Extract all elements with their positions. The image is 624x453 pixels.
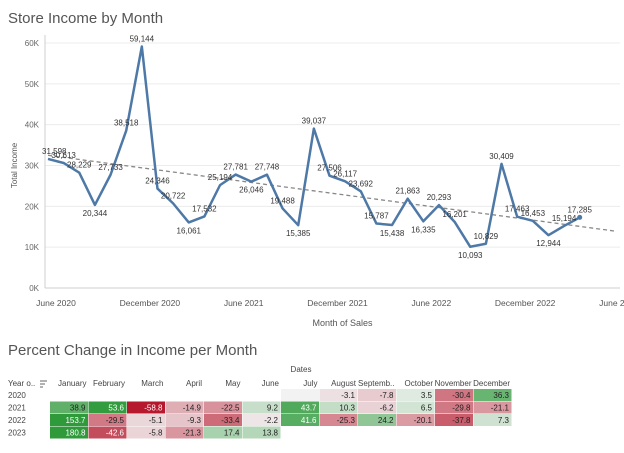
column-header: Septemb..	[358, 379, 394, 388]
sort-icon	[40, 380, 47, 388]
heatmap-cell-value: 9.2	[267, 404, 279, 413]
heatmap-cell-value: 6.5	[421, 404, 433, 413]
row-header: 2022	[8, 416, 26, 425]
heatmap-cell-value: -25.3	[337, 416, 356, 425]
column-header: August	[331, 379, 357, 388]
heatmap-cell-value: 36.3	[493, 391, 509, 400]
heatmap-cell-value: -37.8	[452, 416, 471, 425]
heatmap-cell-value: 53.6	[108, 404, 124, 413]
row-header: 2021	[8, 404, 26, 413]
column-header: April	[186, 379, 202, 388]
heatmap-cell-value: -14.9	[183, 404, 202, 413]
column-header: February	[93, 379, 125, 388]
heatmap-cell-value: -5.1	[149, 416, 163, 425]
percent-change-heatmap: Dates Year o.. January February March April Ma…	[8, 365, 512, 439]
column-header: June	[262, 379, 280, 388]
heatmap-cell-value: 3.5	[421, 391, 433, 400]
heatmap-cell-value: -7.8	[380, 391, 394, 400]
heatmap-cell-value: 13.8	[262, 429, 278, 438]
heatmap-cell-value: -22.5	[221, 404, 240, 413]
heatmap-cell	[281, 389, 319, 401]
column-header: March	[141, 379, 163, 388]
heatmap-cell-value: -20.1	[414, 416, 433, 425]
row-header-label: Year o..	[8, 379, 35, 388]
heatmap-cell-value: -2.2	[264, 416, 278, 425]
heatmap-cell-value: 43.7	[301, 404, 317, 413]
heatmap-cell-value: 38.9	[70, 404, 86, 413]
heatmap-cell-value: -5.8	[149, 429, 163, 438]
heatmap-cell-value: -58.8	[144, 404, 163, 413]
column-header: July	[303, 379, 317, 388]
heatmap-cell-value: -21.1	[491, 404, 510, 413]
column-header: December	[473, 379, 510, 388]
heatmap-cell-value: 17.4	[224, 429, 240, 438]
heatmap-cell-value: 10.3	[339, 404, 355, 413]
heatmap-cell-value: 41.6	[301, 416, 317, 425]
heatmap-cell-value: 7.3	[498, 416, 510, 425]
column-header: October	[405, 379, 434, 388]
heatmap-cell-value: -6.2	[380, 404, 394, 413]
row-header: 2023	[8, 429, 26, 438]
column-group-label: Dates	[291, 365, 312, 374]
heatmap-cell-value: -29.5	[106, 416, 125, 425]
row-header: 2020	[8, 391, 26, 400]
heatmap-cell-value: -33.4	[221, 416, 240, 425]
heatmap-cell-value: -42.6	[106, 429, 125, 438]
heatmap-cell-value: 180.8	[65, 429, 86, 438]
heatmap-cell-value: -30.4	[452, 391, 471, 400]
heatmap-cell-value: -29.8	[452, 404, 471, 413]
column-header: January	[58, 379, 86, 388]
column-header: May	[225, 379, 240, 388]
heatmap-cell-value: -9.3	[187, 416, 201, 425]
heatmap-cell-value: 153.7	[65, 416, 86, 425]
column-header: November	[435, 379, 472, 388]
heatmap-cell-value: -3.1	[341, 391, 355, 400]
heatmap-cell-value: -21.3	[183, 429, 202, 438]
heatmap-cell-value: 24.2	[378, 416, 394, 425]
